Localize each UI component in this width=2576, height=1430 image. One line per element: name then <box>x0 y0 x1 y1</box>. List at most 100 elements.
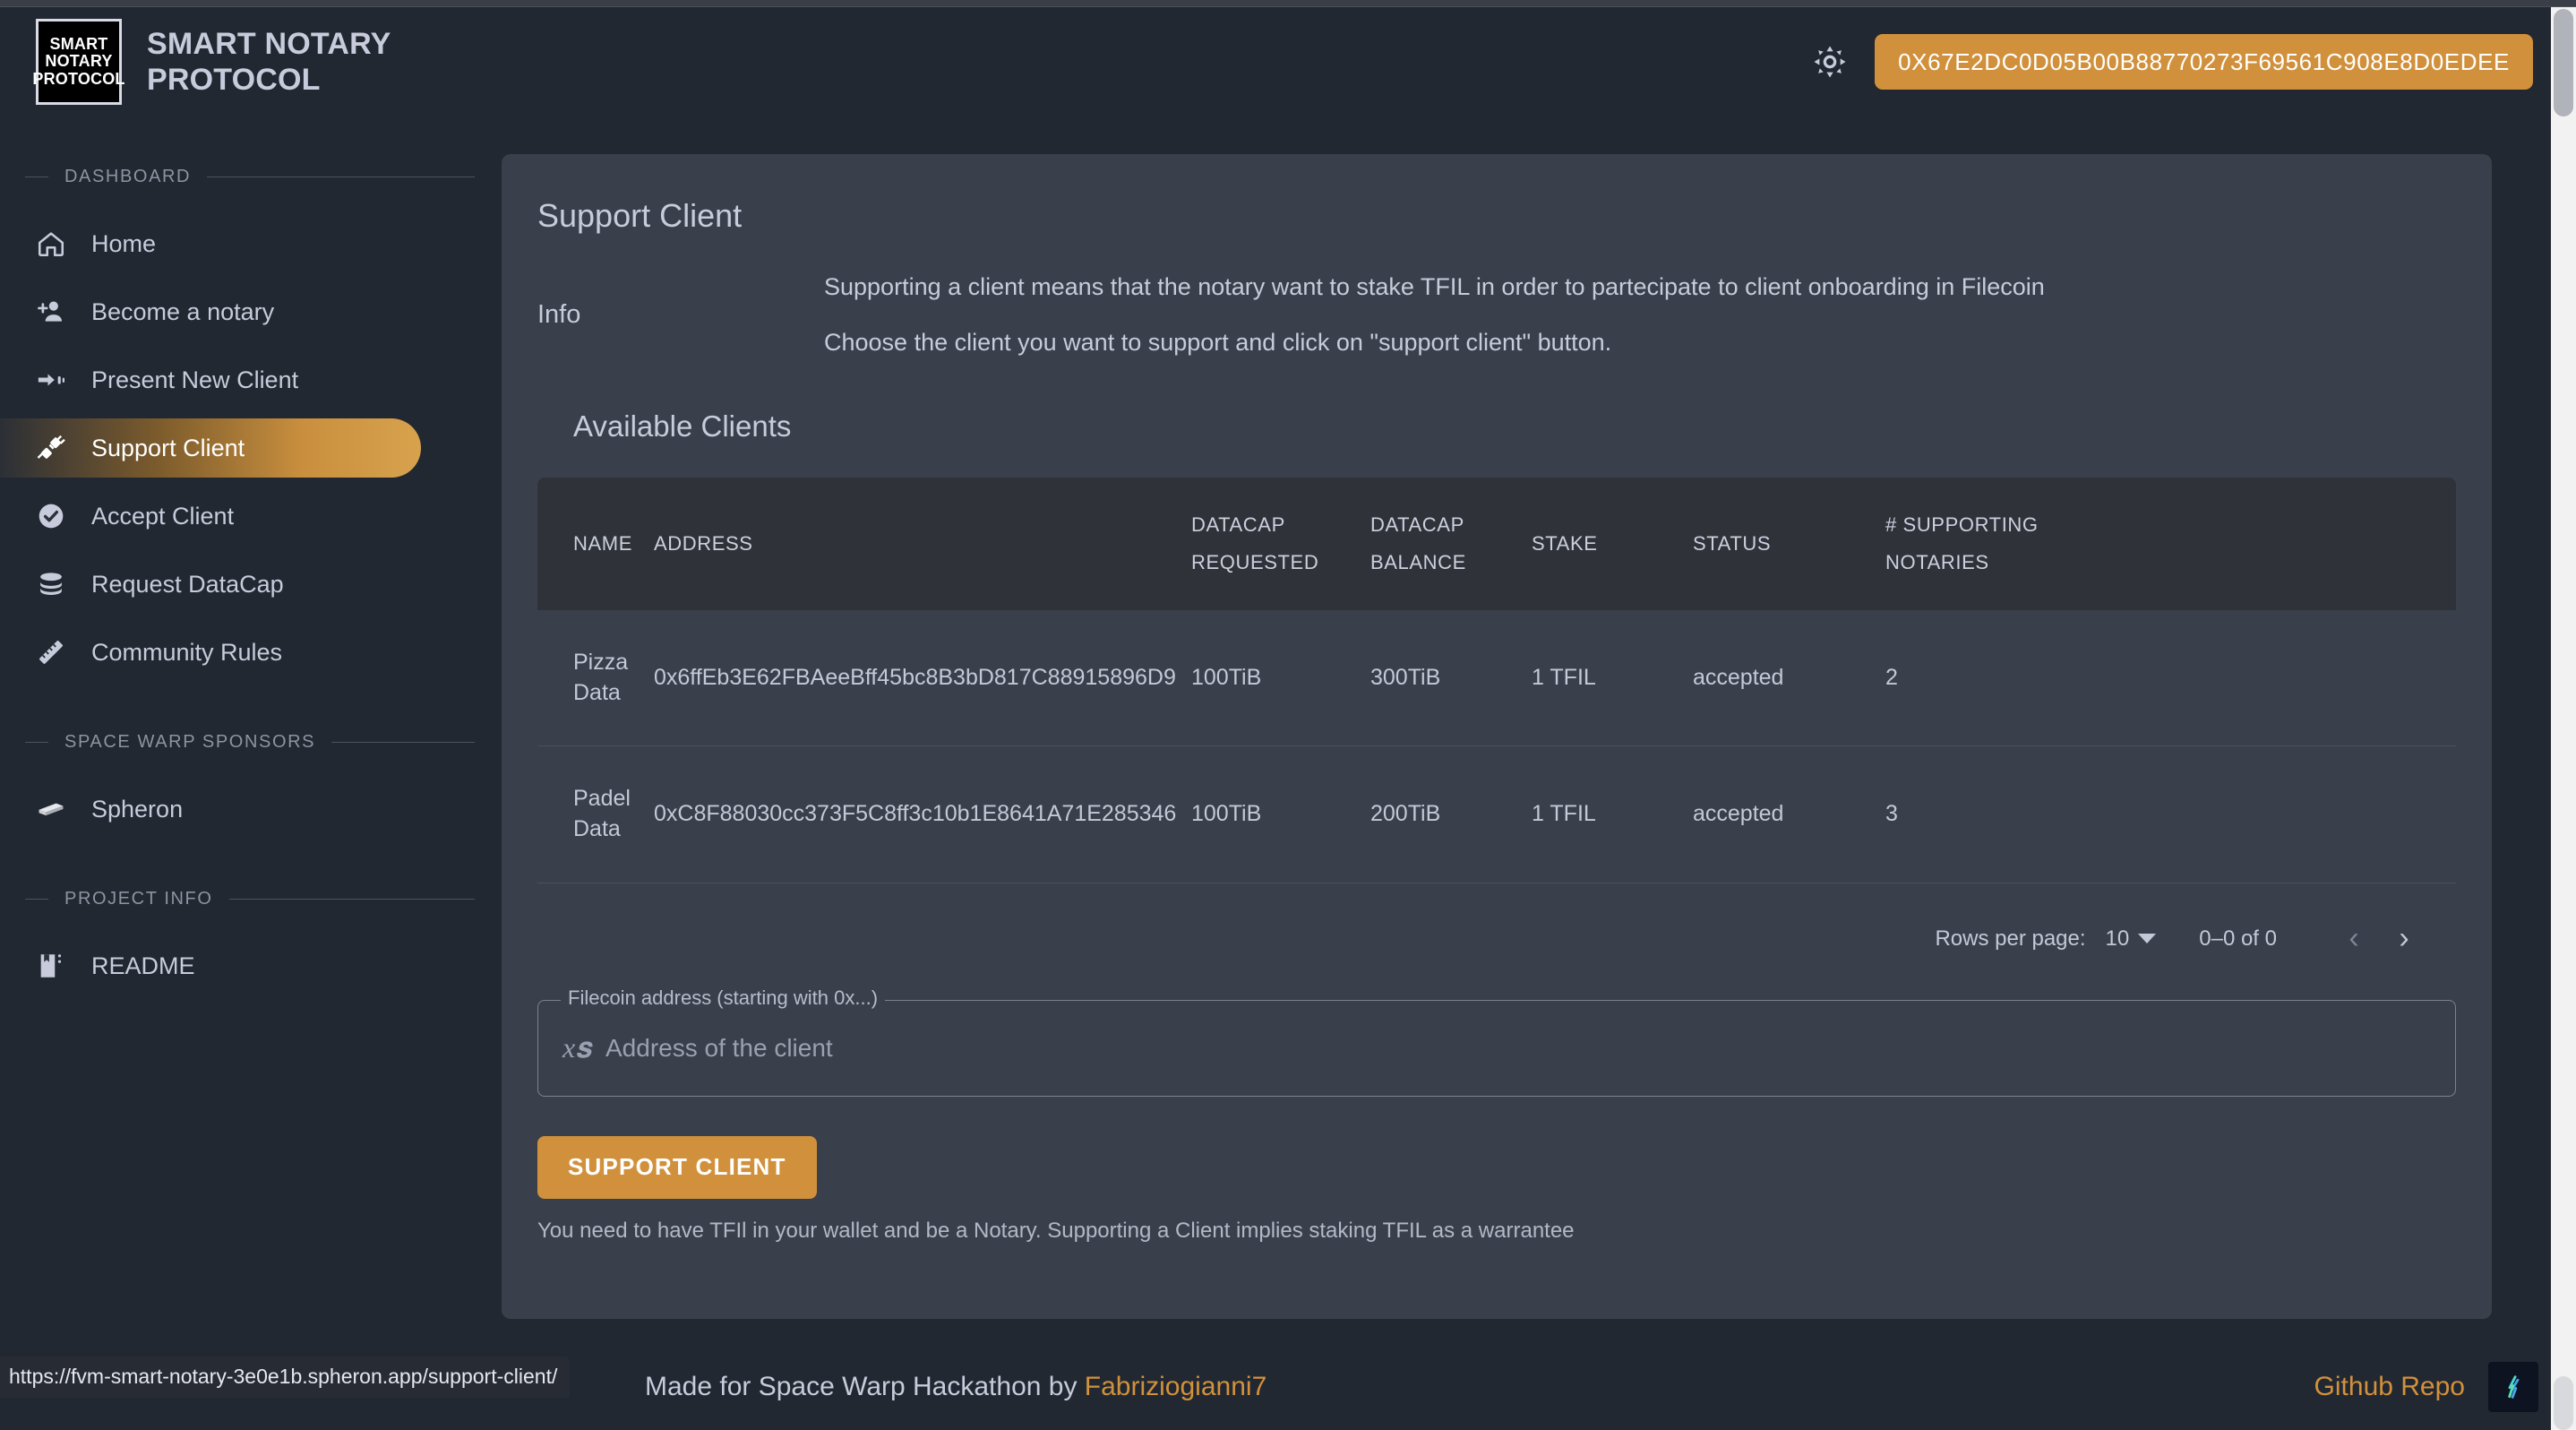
sidebar-item-request-datacap[interactable]: Request DataCap <box>0 555 421 614</box>
sidebar-section-sponsors-title: SPACE WARP SPONSORS <box>0 732 502 753</box>
sidebar-item-readme[interactable]: README <box>0 936 421 995</box>
sidebar-item-label: Request DataCap <box>91 570 284 598</box>
info-row: Info Supporting a client means that the … <box>502 235 2492 356</box>
app-header: SMART NOTARY PROTOCOL SMART NOTARY PROTO… <box>0 7 2576 116</box>
spheron-logo-icon <box>34 792 68 826</box>
function-xs-icon: x𝐬 <box>562 1030 591 1064</box>
header-line: STATUS <box>1693 532 1772 556</box>
page-title: Support Client <box>537 197 743 234</box>
scrollbar-thumb-bottom[interactable] <box>2554 1376 2573 1430</box>
sidebar-item-home[interactable]: Home <box>0 214 421 273</box>
home-icon <box>34 227 68 261</box>
cell-supporting-notaries: 3 <box>1885 745 2456 883</box>
author-link[interactable]: Fabriziogianni7 <box>1085 1372 1267 1401</box>
info-paragraph-2: Choose the client you want to support an… <box>824 328 1612 356</box>
header-line: NAME <box>573 532 632 556</box>
section-label: SPACE WARP SPONSORS <box>64 732 316 752</box>
column-header-datacap-requested: DATACAP REQUESTED <box>1191 478 1370 610</box>
cell-datacap-balance: 200TiB <box>1370 745 1532 883</box>
github-repo-link[interactable]: Github Repo <box>2314 1372 2465 1402</box>
column-header-stake: STAKE <box>1532 478 1693 610</box>
database-icon <box>34 567 68 601</box>
rows-per-page-label: Rows per page: <box>1935 926 2086 951</box>
header-line: DATACAP <box>1370 513 1464 537</box>
clients-table-body: Pizza Data 0x6ffEb3E62FBAeeBff45bc8B3bD8… <box>537 609 2456 883</box>
cell-stake: 1 TFIL <box>1532 745 1693 883</box>
filecoin-address-field: Filecoin address (starting with 0x...) x… <box>537 986 2456 1097</box>
pointing-hand-icon <box>34 363 68 397</box>
clients-table: NAME ADDRESS DATACAP REQUESTED DATACAP B… <box>537 478 2456 883</box>
sidebar-item-present-new-client[interactable]: Present New Client <box>0 350 421 409</box>
header-line: DATACAP <box>1191 513 1285 537</box>
sidebar-section-dashboard-title: DASHBOARD <box>0 167 502 187</box>
cell-address: 0x6ffEb3E62FBAeeBff45bc8B3bD817C88915896… <box>654 609 1191 747</box>
header-line: STAKE <box>1532 532 1598 556</box>
footer-right: Github Repo <box>2314 1362 2538 1412</box>
sidebar-item-community-rules[interactable]: Community Rules <box>0 623 421 682</box>
table-row[interactable]: Pizza Data 0x6ffEb3E62FBAeeBff45bc8B3bD8… <box>537 609 2456 747</box>
section-label: DASHBOARD <box>64 167 192 186</box>
brand-logo-icon: SMART NOTARY PROTOCOL <box>32 19 125 105</box>
plug-connect-icon <box>34 431 68 465</box>
rows-per-page-select[interactable]: 10 <box>2106 926 2130 952</box>
clients-table-head: NAME ADDRESS DATACAP REQUESTED DATACAP B… <box>537 478 2456 610</box>
cell-supporting-notaries: 2 <box>1885 609 2456 747</box>
header-line: REQUESTED <box>1191 551 1319 574</box>
footer-credit-text: Made for Space Warp Hackathon by <box>645 1372 1085 1401</box>
logo-line-2: NOTARY <box>45 52 113 71</box>
scrollbar-thumb[interactable] <box>2554 9 2573 116</box>
cell-address: 0xC8F88030cc373F5C8ff3c10b1E8641A71E2853… <box>654 745 1191 883</box>
column-header-supporting-notaries: # SUPPORTING NOTARIES <box>1885 478 2456 610</box>
sidebar-item-support-client[interactable]: Support Client <box>0 418 421 478</box>
header-line: NOTARIES <box>1885 551 1989 574</box>
column-header-address: ADDRESS <box>654 478 1191 610</box>
header-right-controls: 0X67E2DC0D05B00B88770273F69561C908E8D0ED… <box>1805 34 2533 90</box>
table-row[interactable]: Padel Data 0xC8F88030cc373F5C8ff3c10b1E8… <box>537 745 2456 883</box>
cell-status: accepted <box>1693 609 1885 747</box>
chevron-down-icon[interactable] <box>2138 934 2157 944</box>
cell-stake: 1 TFIL <box>1532 609 1693 747</box>
sidebar-item-become-a-notary[interactable]: Become a notary <box>0 282 421 341</box>
book-icon <box>34 949 68 983</box>
sidebar-item-label: Spheron <box>91 795 184 823</box>
person-add-icon <box>34 295 68 329</box>
table-header-row: NAME ADDRESS DATACAP REQUESTED DATACAP B… <box>537 478 2456 610</box>
chevron-left-icon[interactable]: ‹ <box>2329 914 2379 964</box>
sidebar-item-spheron[interactable]: Spheron <box>0 780 421 839</box>
sidebar-item-label: Community Rules <box>91 638 283 666</box>
support-client-note: You need to have TFIl in your wallet and… <box>537 1218 1575 1243</box>
header-line: ADDRESS <box>654 532 753 556</box>
info-paragraph-1: Supporting a client means that the notar… <box>824 273 2045 300</box>
divider-right <box>228 899 475 900</box>
support-client-button[interactable]: SUPPORT CLIENT <box>537 1135 817 1199</box>
footer-credit: Made for Space Warp Hackathon by Fabrizi… <box>645 1372 1267 1402</box>
page-scrollbar[interactable] <box>2551 7 2576 1430</box>
sidebar-item-label: Become a notary <box>91 297 275 325</box>
column-header-datacap-balance: DATACAP BALANCE <box>1370 478 1532 610</box>
filecoin-logo-icon[interactable] <box>2488 1362 2538 1412</box>
wallet-address-button[interactable]: 0X67E2DC0D05B00B88770273F69561C908E8D0ED… <box>1875 34 2533 90</box>
column-header-name: NAME <box>537 478 654 610</box>
cell-status: accepted <box>1693 745 1885 883</box>
divider-left <box>25 742 48 743</box>
sidebar-item-accept-client[interactable]: Accept Client <box>0 487 421 546</box>
client-address-input[interactable] <box>605 1033 2431 1063</box>
cell-name: Padel Data <box>537 745 654 883</box>
sidebar-section-project-info-title: PROJECT INFO <box>0 889 502 909</box>
chevron-right-icon[interactable]: › <box>2379 914 2429 964</box>
available-clients-title: Available Clients <box>573 409 792 444</box>
header-line: BALANCE <box>1370 551 1466 574</box>
main-panel: Support Client Info Supporting a client … <box>502 154 2492 1319</box>
status-bar-url: https://fvm-smart-notary-3e0e1b.spheron.… <box>0 1357 571 1398</box>
sidebar-item-label: README <box>91 952 195 979</box>
pagination-range-label: 0–0 of 0 <box>2199 926 2277 951</box>
section-label: PROJECT INFO <box>64 889 213 909</box>
browser-chrome-strip <box>0 0 2576 7</box>
available-clients-card: Available Clients NAME ADDRESS DATACAP R… <box>537 409 2456 995</box>
brightness-sun-icon[interactable] <box>1805 37 1855 87</box>
info-body: Supporting a client means that the notar… <box>824 273 2045 356</box>
brand[interactable]: SMART NOTARY PROTOCOL SMART NOTARY PROTO… <box>32 19 442 105</box>
divider-right <box>331 742 475 743</box>
